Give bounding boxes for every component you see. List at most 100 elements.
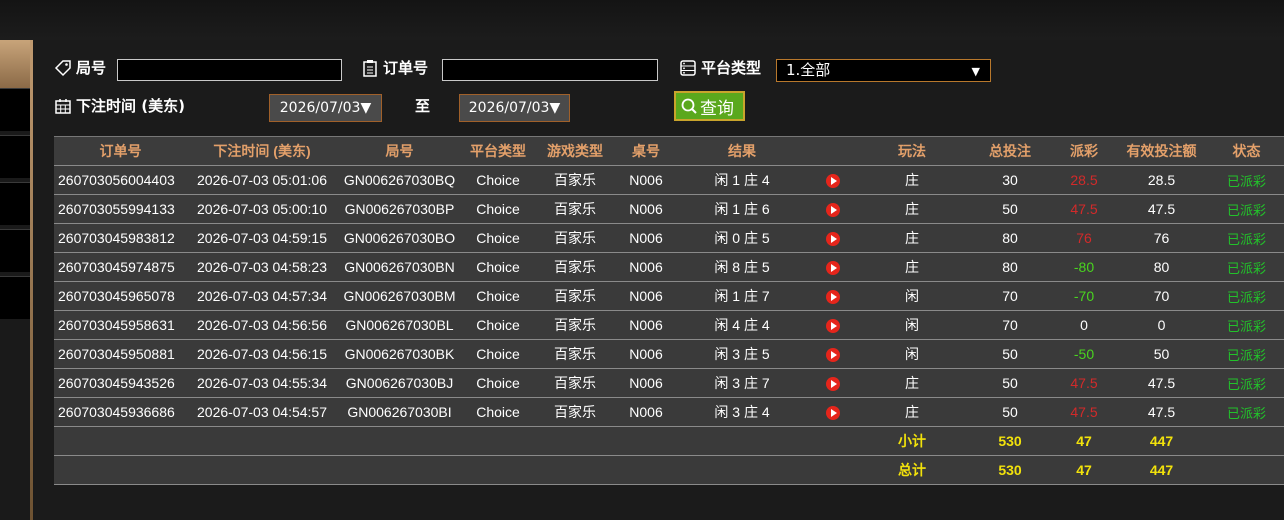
table-header-row: 订单号 下注时间 (美东) 局号 平台类型 游戏类型 桌号 结果 玩法 总投注 派彩 有效投注额 状态 (54, 136, 1284, 166)
sidebar-tab[interactable] (0, 276, 30, 319)
platform-filter-label: 平台类型 (679, 57, 761, 78)
replay-cell[interactable] (808, 368, 858, 398)
valid-bet-cell: 80 (1114, 252, 1209, 282)
status-cell: 已派彩 (1209, 252, 1284, 282)
game-type-cell: 百家乐 (534, 397, 616, 427)
game-type-cell: 百家乐 (534, 194, 616, 224)
table-number-cell: N006 (616, 223, 676, 253)
play-icon[interactable] (826, 406, 840, 421)
play-icon[interactable] (826, 348, 840, 363)
table-number-cell: N006 (616, 281, 676, 311)
play-icon[interactable] (826, 261, 840, 276)
payout-cell: -50 (1054, 339, 1114, 369)
round-number-cell: GN006267030BJ (337, 368, 462, 398)
bet-records-table: 订单号 下注时间 (美东) 局号 平台类型 游戏类型 桌号 结果 玩法 总投注 派彩 有效投注额 状态… (54, 136, 1284, 485)
date-from-button[interactable]: 2026/07/03▼ (269, 94, 382, 122)
column-header: 局号 (337, 136, 462, 166)
column-header (808, 136, 858, 166)
play-type-cell: 庄 (858, 223, 966, 253)
round-number-cell: GN006267030BN (337, 252, 462, 282)
order-number-cell: 260703045943526 (54, 368, 187, 398)
order-number-cell: 260703045936686 (54, 397, 187, 427)
game-type-cell: 百家乐 (534, 281, 616, 311)
game-type-cell: 百家乐 (534, 368, 616, 398)
query-button[interactable]: 查询 (674, 91, 745, 121)
play-icon[interactable] (826, 174, 840, 189)
replay-cell[interactable] (808, 194, 858, 224)
payout-cell: 47.5 (1054, 368, 1114, 398)
order-number-cell: 260703055994133 (54, 194, 187, 224)
sidebar-tab[interactable] (0, 135, 30, 178)
chevron-down-icon: ▼ (971, 65, 980, 78)
column-header: 结果 (676, 136, 808, 166)
subtotal-bet: 530 (966, 426, 1054, 456)
play-type-cell: 闲 (858, 310, 966, 340)
platform-select[interactable]: 1.全部 ▼ (776, 59, 991, 82)
status-cell: 已派彩 (1209, 223, 1284, 253)
table-row: 260703045974875 2026-07-03 04:58:23 GN0062… (54, 252, 1284, 282)
summary-spacer (54, 455, 858, 485)
play-type-cell: 闲 (858, 339, 966, 369)
result-cell: 闲 1 庄 4 (676, 165, 808, 195)
column-header: 总投注 (966, 136, 1054, 166)
valid-bet-cell: 70 (1114, 281, 1209, 311)
calendar-icon (55, 98, 71, 114)
valid-bet-cell: 76 (1114, 223, 1209, 253)
subtotal-label: 小计 (858, 426, 966, 456)
date-to-button[interactable]: 2026/07/03▼ (459, 94, 570, 122)
table-number-cell: N006 (616, 194, 676, 224)
table-row: 260703045943526 2026-07-03 04:55:34 GN0062… (54, 368, 1284, 398)
order-input[interactable] (442, 59, 658, 81)
order-number-cell: 260703056004403 (54, 165, 187, 195)
sidebar-tab[interactable] (0, 182, 30, 225)
replay-cell[interactable] (808, 339, 858, 369)
replay-cell[interactable] (808, 165, 858, 195)
round-number-cell: GN006267030BI (337, 397, 462, 427)
column-header: 游戏类型 (534, 136, 616, 166)
order-filter-label: 订单号 (361, 57, 428, 78)
column-header: 桌号 (616, 136, 676, 166)
sidebar-tab[interactable] (0, 88, 30, 131)
column-header: 有效投注额 (1114, 136, 1209, 166)
column-header: 下注时间 (美东) (187, 136, 337, 166)
play-icon[interactable] (826, 203, 840, 218)
bet-time-cell: 2026-07-03 04:54:57 (187, 397, 337, 427)
replay-cell[interactable] (808, 397, 858, 427)
round-number-cell: GN006267030BM (337, 281, 462, 311)
total-row: 总计 530 47 447 (54, 455, 1284, 485)
status-cell: 已派彩 (1209, 310, 1284, 340)
column-header: 平台类型 (462, 136, 534, 166)
status-cell: 已派彩 (1209, 194, 1284, 224)
table-number-cell: N006 (616, 310, 676, 340)
payout-cell: -70 (1054, 281, 1114, 311)
valid-bet-cell: 50 (1114, 339, 1209, 369)
sidebar-active-tab[interactable] (0, 40, 30, 88)
valid-bet-cell: 28.5 (1114, 165, 1209, 195)
summary-spacer (1209, 455, 1284, 485)
search-icon (681, 98, 697, 114)
play-icon[interactable] (826, 319, 840, 334)
total-bet-cell: 50 (966, 368, 1054, 398)
round-input[interactable] (117, 59, 342, 81)
replay-cell[interactable] (808, 252, 858, 282)
replay-cell[interactable] (808, 223, 858, 253)
table-number-cell: N006 (616, 368, 676, 398)
sidebar-tab[interactable] (0, 229, 30, 272)
bet-time-cell: 2026-07-03 04:56:15 (187, 339, 337, 369)
platform-cell: Choice (462, 368, 534, 398)
sidebar-edge (30, 40, 33, 520)
replay-cell[interactable] (808, 310, 858, 340)
replay-cell[interactable] (808, 281, 858, 311)
order-label: 订单号 (383, 59, 429, 77)
play-icon[interactable] (826, 290, 840, 305)
time-label: 下注时间 (美东) (76, 97, 185, 115)
status-cell: 已派彩 (1209, 368, 1284, 398)
total-bet-cell: 50 (966, 194, 1054, 224)
valid-bet-cell: 0 (1114, 310, 1209, 340)
main-panel: 局号 订单号 平台类型 1.全部 ▼ 下注时间 (美东) 2026/07/03▼… (34, 40, 1284, 520)
play-icon[interactable] (826, 377, 840, 392)
play-type-cell: 庄 (858, 397, 966, 427)
subtotal-row: 小计 530 47 447 (54, 426, 1284, 456)
play-icon[interactable] (826, 232, 840, 247)
total-bet-cell: 70 (966, 281, 1054, 311)
